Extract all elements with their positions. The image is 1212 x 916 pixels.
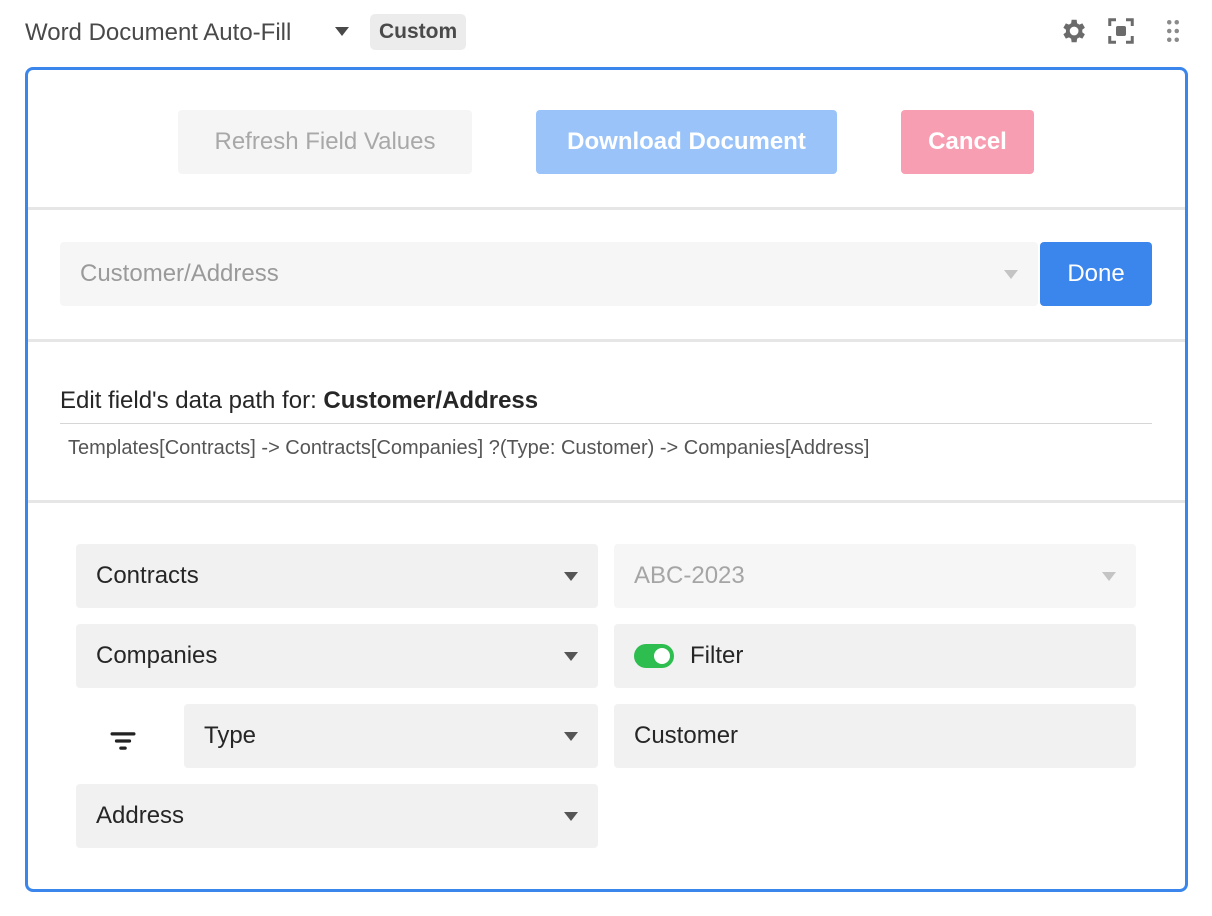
chevron-down-icon xyxy=(1102,572,1116,581)
cancel-button[interactable]: Cancel xyxy=(901,110,1034,174)
chevron-down-icon[interactable] xyxy=(335,27,349,36)
chevron-down-icon xyxy=(1004,270,1018,279)
gear-icon[interactable] xyxy=(1058,16,1088,46)
field-select-address[interactable]: Address xyxy=(76,784,598,848)
widget-header: Word Document Auto-Fill Custom xyxy=(0,0,1212,66)
focus-icon[interactable] xyxy=(1106,16,1136,46)
data-path-text: Templates[Contracts] -> Contracts[Compan… xyxy=(68,437,870,459)
refresh-field-values-button[interactable]: Refresh Field Values xyxy=(178,110,472,174)
filter-toggle[interactable] xyxy=(634,644,674,668)
table-select-companies[interactable]: Companies xyxy=(76,624,598,688)
divider xyxy=(60,423,1152,424)
chevron-down-icon xyxy=(564,652,578,661)
select-value: ABC-2023 xyxy=(634,562,745,589)
filter-value-input[interactable]: Customer xyxy=(614,704,1136,768)
edit-path-field-name: Customer/Address xyxy=(323,387,539,414)
select-value: Address xyxy=(96,802,185,829)
divider xyxy=(28,500,1185,503)
autofill-panel: Refresh Field Values Download Document C… xyxy=(25,67,1188,892)
divider xyxy=(28,207,1185,210)
drag-handle-icon[interactable] xyxy=(1158,16,1188,46)
edit-path-heading: Edit field's data path for: Customer/Add… xyxy=(60,385,538,417)
table-select-contracts[interactable]: Contracts xyxy=(76,544,598,608)
toggle-knob xyxy=(654,648,670,664)
divider xyxy=(28,339,1185,342)
select-value: Companies xyxy=(96,642,218,669)
field-select-value: Customer/Address xyxy=(80,260,279,287)
chevron-down-icon xyxy=(564,572,578,581)
custom-badge: Custom xyxy=(370,14,467,50)
field-select[interactable]: Customer/Address xyxy=(60,242,1038,306)
chevron-down-icon xyxy=(564,732,578,741)
chevron-down-icon xyxy=(564,812,578,821)
download-document-button[interactable]: Download Document xyxy=(536,110,837,174)
select-value: Contracts xyxy=(96,562,199,589)
filter-label: Filter xyxy=(690,642,744,669)
widget-title[interactable]: Word Document Auto-Fill xyxy=(25,18,291,48)
select-value: Type xyxy=(204,722,257,749)
filter-field-select[interactable]: Type xyxy=(184,704,598,768)
filter-icon xyxy=(110,732,136,750)
input-value: Customer xyxy=(634,722,739,749)
record-select[interactable]: ABC-2023 xyxy=(614,544,1136,608)
edit-path-prefix: Edit field's data path for: xyxy=(60,387,324,414)
filter-toggle-row: Filter xyxy=(614,624,1136,688)
done-button[interactable]: Done xyxy=(1040,242,1152,306)
